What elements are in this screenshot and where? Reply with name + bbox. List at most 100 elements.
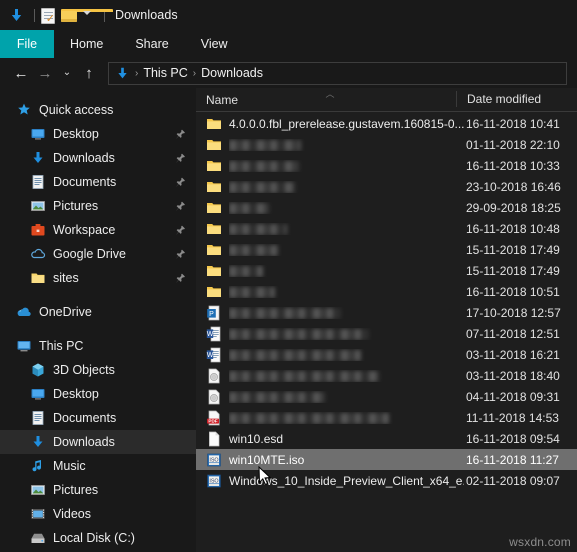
tab-share[interactable]: Share — [119, 30, 184, 58]
column-header-date-modified[interactable]: Date modified — [456, 91, 541, 107]
videos-icon — [31, 509, 45, 519]
sidebar-group-quick-access[interactable]: Quick access — [0, 98, 196, 122]
file-date-modified: 15-11-2018 17:49 — [466, 242, 560, 257]
downloads-icon — [33, 436, 43, 447]
title-bar: Downloads — [0, 0, 577, 30]
sidebar-item-label: Desktop — [53, 127, 99, 141]
svg-text:P: P — [209, 311, 214, 318]
table-row[interactable]: 15-11-2018 17:49 — [196, 239, 577, 260]
table-row[interactable]: 23-10-2018 16:46 — [196, 176, 577, 197]
breadcrumb[interactable]: › This PC › Downloads — [108, 61, 567, 85]
file-list-pane[interactable]: ︿ Name Date modified 4.0.0.0.fbl_prerele… — [196, 88, 577, 552]
up-button[interactable]: ↑ — [78, 62, 100, 84]
sidebar-item-local-disk-c[interactable]: Local Disk (C:) — [0, 526, 196, 550]
sidebar-item-documents[interactable]: Documents — [0, 170, 196, 194]
sidebar-item-desktop-pc[interactable]: Desktop — [0, 382, 196, 406]
sidebar-item-google-drive[interactable]: Google Drive — [0, 242, 196, 266]
sidebar-item-label: Documents — [53, 175, 117, 189]
new-folder-icon[interactable] — [61, 7, 113, 24]
properties-icon[interactable] — [41, 7, 58, 25]
sidebar-group-onedrive[interactable]: OneDrive — [0, 300, 196, 324]
redacted-file-name — [229, 307, 341, 319]
forward-button[interactable]: → — [34, 62, 56, 84]
file-date-modified: 03-11-2018 18:40 — [466, 368, 560, 383]
desktop-icon — [31, 129, 45, 140]
table-row[interactable]: 01-11-2018 22:10 — [196, 134, 577, 155]
navigation-pane[interactable]: Quick access Desktop Downloads Documents… — [0, 88, 196, 552]
file-name — [229, 139, 464, 151]
watermark: wsxdn.com — [509, 535, 571, 549]
table-row[interactable]: W 07-11-2018 12:51 — [196, 323, 577, 344]
sidebar-item-workspace[interactable]: Workspace — [0, 218, 196, 242]
svg-text:W: W — [207, 331, 214, 338]
sidebar-item-pictures-pc[interactable]: Pictures — [0, 478, 196, 502]
sidebar-item-pictures[interactable]: Pictures — [0, 194, 196, 218]
table-row[interactable]: 04-11-2018 09:31 — [196, 386, 577, 407]
recent-locations-button[interactable]: ⌄ — [58, 62, 76, 84]
table-row[interactable]: P 17-10-2018 12:57 — [196, 302, 577, 323]
pin-icon[interactable] — [175, 201, 186, 212]
downloads-icon — [118, 67, 127, 78]
sidebar-item-desktop[interactable]: Desktop — [0, 122, 196, 146]
file-rows[interactable]: 4.0.0.0.fbl_prerelease.gustavem.160815-0… — [196, 113, 577, 552]
folder-icon — [206, 242, 222, 258]
table-row[interactable]: win10.esd 16-11-2018 09:54 — [196, 428, 577, 449]
disc-icon — [206, 368, 222, 384]
table-row[interactable]: 16-11-2018 10:48 — [196, 218, 577, 239]
table-row[interactable]: PDF 11-11-2018 14:53 — [196, 407, 577, 428]
tab-view[interactable]: View — [185, 30, 244, 58]
folder-icon — [206, 158, 222, 174]
sidebar-item-downloads[interactable]: Downloads — [0, 146, 196, 170]
table-row[interactable]: 03-11-2018 18:40 — [196, 365, 577, 386]
redacted-file-name — [229, 328, 369, 340]
table-row[interactable]: ISO Windows_10_Inside_Preview_Client_x64_… — [196, 470, 577, 491]
sidebar-item-3d-objects[interactable]: 3D Objects — [0, 358, 196, 382]
file-date-modified: 03-11-2018 16:21 — [466, 347, 560, 362]
column-header-name[interactable]: Name — [196, 93, 456, 107]
pin-icon[interactable] — [175, 129, 186, 140]
svg-text:ISO: ISO — [209, 478, 218, 484]
tab-file[interactable]: File — [0, 30, 54, 58]
briefcase-icon — [31, 224, 45, 236]
sidebar-item-label: sites — [53, 271, 79, 285]
sidebar-item-documents-pc[interactable]: Documents — [0, 406, 196, 430]
breadcrumb-this-pc[interactable]: This PC — [143, 66, 187, 80]
iso-icon: ISO — [206, 452, 222, 468]
pictures-icon — [31, 201, 45, 211]
pin-icon[interactable] — [175, 177, 186, 188]
file-date-modified: 29-09-2018 18:25 — [466, 200, 561, 215]
file-date-modified: 02-11-2018 09:07 — [466, 473, 560, 488]
table-row[interactable]: 16-11-2018 10:51 — [196, 281, 577, 302]
table-row[interactable]: 29-09-2018 18:25 — [196, 197, 577, 218]
sidebar-item-label: Google Drive — [53, 247, 126, 261]
table-row[interactable]: 4.0.0.0.fbl_prerelease.gustavem.160815-0… — [196, 113, 577, 134]
sidebar-item-videos[interactable]: Videos — [0, 502, 196, 526]
table-row[interactable]: ISO win10MTE.iso 16-11-2018 11:27 — [196, 449, 577, 470]
folder-icon — [206, 179, 222, 195]
table-row[interactable]: 15-11-2018 17:49 — [196, 260, 577, 281]
sidebar-group-this-pc[interactable]: This PC — [0, 334, 196, 358]
file-name — [229, 202, 464, 214]
toolbar-divider — [34, 8, 35, 22]
thispc-icon — [17, 341, 31, 352]
file-name — [229, 328, 464, 340]
sidebar-item-downloads-pc[interactable]: Downloads — [0, 430, 196, 454]
redacted-file-name — [229, 223, 287, 235]
pin-icon[interactable] — [175, 249, 186, 260]
pin-icon[interactable] — [175, 273, 186, 284]
downloads-icon[interactable] — [8, 7, 25, 24]
sidebar-item-music[interactable]: Music — [0, 454, 196, 478]
pin-icon[interactable] — [175, 153, 186, 164]
tab-home[interactable]: Home — [54, 30, 119, 58]
documents-icon — [32, 411, 44, 425]
table-row[interactable]: 16-11-2018 10:33 — [196, 155, 577, 176]
breadcrumb-downloads[interactable]: Downloads — [201, 66, 263, 80]
pin-icon[interactable] — [175, 225, 186, 236]
back-button[interactable]: ← — [10, 62, 32, 84]
table-row[interactable]: W 03-11-2018 16:21 — [196, 344, 577, 365]
customize-chevron-icon[interactable] — [81, 7, 95, 24]
svg-text:PDF: PDF — [208, 418, 217, 423]
sidebar-item-sites[interactable]: sites — [0, 266, 196, 290]
